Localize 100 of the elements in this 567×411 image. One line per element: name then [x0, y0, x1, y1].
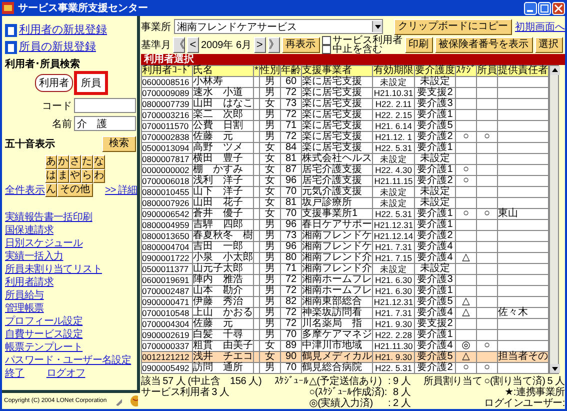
menu-link[interactable]: パスワード・ユーザー名設定	[5, 355, 132, 367]
schedule-label: ｽｹｼﾞｭｰﾙ	[274, 376, 308, 387]
scroll-down-icon[interactable]	[550, 364, 560, 373]
table-row[interactable]: 0600008516 小林寿 男 60 楽に居宅支援 未設定 未設定	[142, 76, 548, 88]
column-header[interactable]: 提供責任者	[498, 66, 548, 76]
menu-link[interactable]: 管理帳票	[5, 303, 44, 315]
table-cell: 山田 花子	[192, 198, 254, 208]
column-header[interactable]: 所員	[476, 66, 498, 76]
column-header[interactable]: 氏名	[192, 66, 254, 76]
table-cell: 男	[260, 318, 280, 330]
checkbox[interactable]	[322, 36, 331, 44]
column-header[interactable]: 支援事業者	[302, 66, 372, 76]
kana-button[interactable]: な	[93, 155, 105, 169]
code-field[interactable]	[74, 98, 136, 113]
prev-button[interactable]: <	[187, 36, 199, 52]
table-cell: 多摩ケアマネジ	[302, 330, 372, 340]
table-row[interactable]: 0900005492 訪問 通所 男 70 鶴見総合病院 H22. 5.31 要介護2 ○ ○	[142, 362, 548, 374]
table-row[interactable]: 0800007817 横田 豊子 女 81 株式会社ヘルス 未設定 未設定	[142, 154, 548, 164]
search-option[interactable]: 利用者	[35, 74, 73, 92]
table-cell: 佐々木	[498, 308, 548, 318]
next-button[interactable]: >	[254, 36, 266, 52]
table-row[interactable]: 0500013094 高野 ツメ 女 84 楽に居宅支援 H22. 5.31 要介護1	[142, 142, 548, 154]
kana-button[interactable]: た	[81, 155, 93, 169]
menu-link[interactable]: プロフィール設定	[5, 316, 83, 328]
kana-button[interactable]: わ	[93, 169, 105, 183]
office-select[interactable]: 湘南フレンドケアサービス	[174, 19, 383, 34]
home-link[interactable]: 初期画面へ	[515, 20, 565, 34]
column-header[interactable]: ｽｹｼﾞ	[456, 66, 476, 76]
column-header[interactable]: 有効期限	[372, 66, 414, 76]
select-button[interactable]: 選択	[534, 36, 563, 52]
table-row[interactable]: 0800013650 春夏秋冬 樹 男 73 湘南フレンドケ H21.12.14 要介護2	[142, 230, 548, 242]
table-row[interactable]: 0700002838 佐藤 元 男 72 楽に居宅支援 H21.12. 1 要介護2 ○ ○	[142, 132, 548, 142]
name-field[interactable]: 介 護	[74, 116, 136, 131]
kana-button[interactable]: その他	[57, 183, 93, 197]
details-link[interactable]: >> 詳細	[105, 185, 137, 197]
insured-number-button[interactable]: 被保険者番号を表示	[434, 36, 533, 52]
kana-button[interactable]: あ	[45, 155, 57, 169]
table-cell: 楽に居宅支援	[302, 76, 372, 88]
table-row[interactable]: 0700003216 楽二 次郎 男 72 楽に居宅支援 H22. 2.15 要介護1	[142, 110, 548, 120]
table-row[interactable]: 0012121212 浅井 チエコ 女 90 鶴見メディカル H21. 9.30 要介護5 △ 担当者その	[142, 352, 548, 362]
menu-link[interactable]: 所員給与	[5, 290, 44, 302]
maximize-icon[interactable]	[538, 2, 551, 14]
table-row[interactable]: 0700010548 上山 かおる 男 72 神楽坂訪問看 H21. 7.31 要介護4 △ 佐々木	[142, 308, 548, 318]
kana-button[interactable]: ん	[45, 183, 57, 197]
menu-link[interactable]: 自費サービス設定	[5, 329, 83, 341]
table-row[interactable]: 0800007926 山田 花子 女 81 坂戸診療所 未設定 未設定	[142, 198, 548, 208]
kana-button[interactable]: は	[45, 169, 57, 183]
table-row[interactable]: 0500011377 山元子太郎 男 71 湘南フレンド介 未設定 未設定	[142, 264, 548, 274]
column-header[interactable]: 性別	[260, 66, 280, 76]
kana-button[interactable]: さ	[69, 155, 81, 169]
table-row[interactable]: 0700011570 公費 日割 男 71 楽に居宅支援 H21. 6.14 要介護5	[142, 120, 548, 132]
first-button[interactable]: 《	[173, 36, 185, 52]
table-row[interactable]: 0800004704 吉田 一郎 男 96 湘南フレンドケ H21. 7.31 要介護4	[142, 242, 548, 252]
table-row[interactable]: 0900001722 小泉 小太郎 男 80 湘南フレンド介 H21. 7.15 要介護4 △	[142, 252, 548, 264]
menu-link[interactable]: 所員未割り当てリスト	[5, 264, 102, 276]
table-cell: H22. 5.31	[372, 362, 414, 374]
kana-button[interactable]: や	[69, 169, 81, 183]
minimize-icon[interactable]	[524, 2, 537, 14]
close-icon[interactable]	[552, 2, 565, 14]
menu-link[interactable]: 日別スケジュール	[5, 238, 83, 250]
menu-link[interactable]: 国保連請求	[5, 225, 54, 237]
menu-link[interactable]: 実績一括入力	[5, 251, 64, 263]
refresh-button[interactable]: 再表示	[282, 36, 320, 52]
table-row[interactable]: 0800007739 山田 はなこ 女 73 楽に居宅支援 H22. 2.11 要介護3	[142, 98, 548, 110]
new-staff-link[interactable]: 所員の新規登録	[19, 41, 96, 53]
column-header[interactable]: 利用者ｺｰﾄﾞ	[142, 66, 192, 76]
last-button[interactable]: 》	[268, 36, 280, 52]
new-user-link[interactable]: 利用者の新規登録	[19, 24, 107, 36]
dropdown-icon[interactable]	[372, 21, 382, 32]
table-row[interactable]: 0800010455 山下 洋子 女 70 元気介護支援 未設定 未設定	[142, 186, 548, 198]
table-cell: H21. 7.31	[372, 308, 414, 318]
scroll-up-icon[interactable]	[550, 66, 560, 75]
column-header[interactable]: 年齢	[280, 66, 302, 76]
menu-link[interactable]: 利用者請求	[5, 277, 54, 289]
table-row[interactable]: 0800004959 吉騨 四郎 男 96 春日ケアサポー H21.12.31 要介護1	[142, 220, 548, 230]
logoff-link[interactable]: ログオフ	[46, 368, 86, 380]
clipboard-button[interactable]: クリップボードにコピー	[394, 18, 512, 34]
menu-link[interactable]: 実績報告書一括印刷	[5, 212, 92, 224]
table-cell: 担当者その	[498, 352, 548, 362]
table-row[interactable]: 0700002487 山本 勘介 男 72 湘南ホームフレ H21. 6.30 要介護1	[142, 286, 548, 296]
table-row[interactable]: 0000000002 棚 かすみ 女 87 居宅介護支援 H22. 4.30 要介護1 ○	[142, 164, 548, 176]
print-button[interactable]: 印刷	[404, 36, 433, 52]
scrollbar[interactable]	[549, 65, 559, 374]
table-row[interactable]: 0900002619 白髪 千尋 男 70 多摩ケアマネジ H22. 2.28 要介護1	[142, 330, 548, 340]
kana-button[interactable]: ら	[81, 169, 93, 183]
checkbox[interactable]	[322, 44, 331, 54]
exit-link[interactable]: 終了	[5, 368, 24, 380]
menu-link[interactable]: 帳票テンプレート	[5, 342, 83, 354]
table-row[interactable]: 0600019691 陣内 雅浩 男 72 湘南ホームフレ H21. 6.30 要介護3	[142, 274, 548, 286]
kana-button[interactable]: ま	[57, 169, 69, 183]
table-row[interactable]: 0700004304 佐藤 元 男 72 川名薬局 指 H21. 9.30 要支援2	[142, 318, 548, 330]
search-option[interactable]: 所員	[77, 74, 105, 92]
table-row[interactable]: 0700006018 浅利 洋子 女 96 居宅介護支援 H21.11.15 要介護2 ○	[142, 176, 548, 186]
show-all-link[interactable]: 全件表示	[5, 185, 45, 197]
search-button[interactable]: 検索	[102, 136, 136, 152]
table-row[interactable]: 0900006542 蒼井 優子 女 70 支援事業所1 H22. 5.31 要介護1 ○ ○ 東山	[142, 208, 548, 220]
column-header[interactable]: 要介護度	[414, 66, 456, 76]
table-row[interactable]: 0700009089 速水 小道 男 72 楽に居宅支援 H21.10.31 要支援2	[142, 88, 548, 98]
kana-button[interactable]: か	[57, 155, 69, 169]
table-row[interactable]: 0900000471 伊藤 秀治 男 82 湘南東部総合 H21.12.31 要介護5 △	[142, 296, 548, 308]
